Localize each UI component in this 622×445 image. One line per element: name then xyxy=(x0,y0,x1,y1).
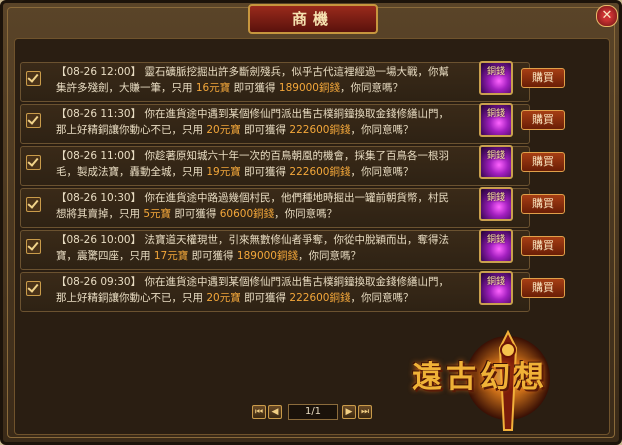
checkbox[interactable] xyxy=(26,197,41,212)
buy-button[interactable]: 購買 xyxy=(521,68,565,88)
first-page-icon[interactable]: ⏮ xyxy=(252,405,266,419)
checkbox[interactable] xyxy=(26,113,41,128)
copper-coin-item-icon[interactable]: 銅錢 xyxy=(479,229,513,263)
offer-description: 【08-26 10:30】 你在進貨途中路過幾個村民，他們種地時掘出一罐前朝貨幣… xyxy=(56,192,449,220)
offer-description: 【08-26 11:00】 你趁著原知城六十年一次的百鳥朝凰的機會，採集了百鳥各… xyxy=(56,150,449,178)
checkbox[interactable] xyxy=(26,155,41,170)
close-button[interactable]: ✕ xyxy=(596,5,618,27)
buy-button[interactable]: 購買 xyxy=(521,152,565,172)
offer-description: 【08-26 09:30】 你在進貨途中遇到某個修仙門派出售古樸銅鐘換取金錢修繕… xyxy=(56,276,449,304)
checkbox[interactable] xyxy=(26,71,41,86)
checkbox[interactable] xyxy=(26,239,41,254)
checkbox[interactable] xyxy=(26,281,41,296)
buy-button[interactable]: 購買 xyxy=(521,278,565,298)
copper-coin-item-icon[interactable]: 銅錢 xyxy=(479,187,513,221)
buy-button[interactable]: 購買 xyxy=(521,110,565,130)
game-logo-text: 遠古幻想 xyxy=(412,360,548,395)
offer-description: 【08-26 10:00】 法寶道天權現世，引來無數修仙者爭奪，你從中脫穎而出，… xyxy=(56,234,449,262)
next-page-icon[interactable]: ▶ xyxy=(342,405,356,419)
offer-description: 【08-26 11:30】 你在進貨途中遇到某個修仙門派出售古樸銅鐘換取金錢修繕… xyxy=(56,108,449,136)
copper-coin-item-icon[interactable]: 銅錢 xyxy=(479,145,513,179)
prev-page-icon[interactable]: ◀ xyxy=(268,405,282,419)
buy-button[interactable]: 購買 xyxy=(521,236,565,256)
copper-coin-item-icon[interactable]: 銅錢 xyxy=(479,61,513,95)
page-indicator: 1/1 xyxy=(288,404,338,420)
buy-button[interactable]: 購買 xyxy=(521,194,565,214)
window-title: 商機 xyxy=(248,4,378,34)
last-page-icon[interactable]: ⏭ xyxy=(358,405,372,419)
copper-coin-item-icon[interactable]: 銅錢 xyxy=(479,103,513,137)
offer-description: 【08-26 12:00】 靈石礦脈挖掘出許多斷劍殘兵，似乎古代這裡經過一場大戰… xyxy=(56,66,449,94)
copper-coin-item-icon[interactable]: 銅錢 xyxy=(479,271,513,305)
